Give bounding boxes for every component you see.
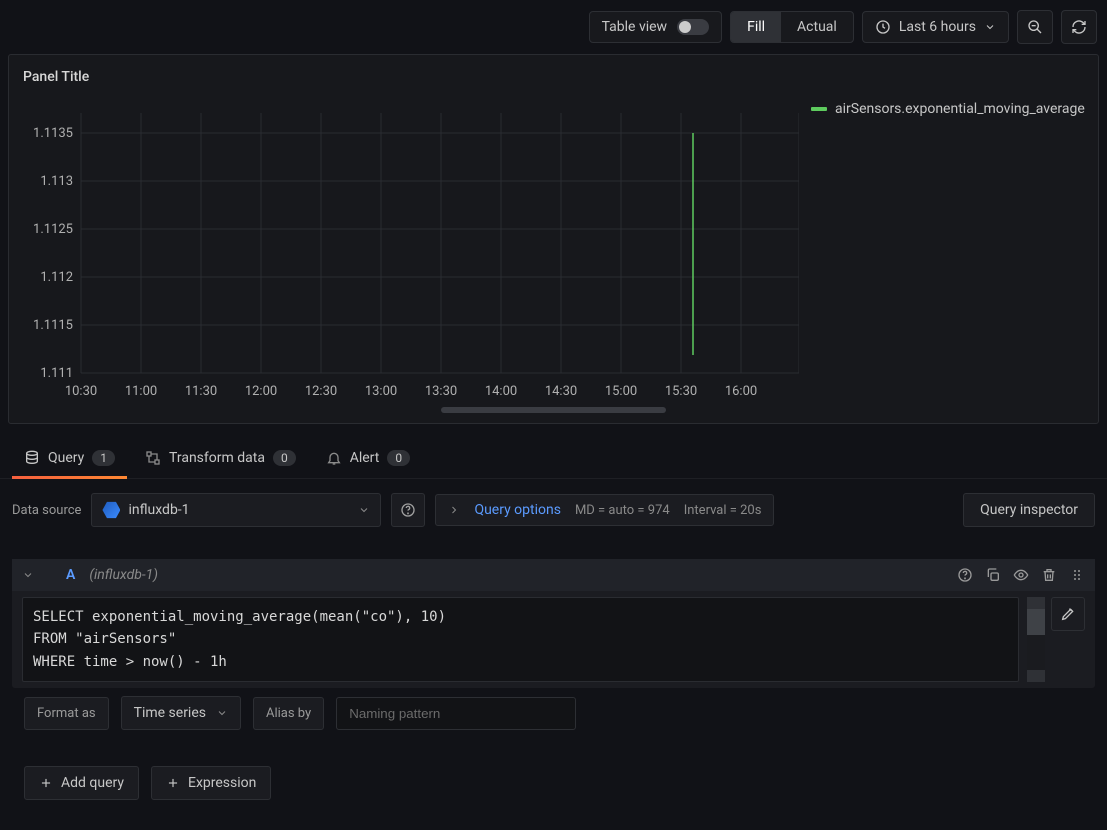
query-editor: A (influxdb-1) SELECT exponential_moving… xyxy=(12,559,1095,688)
time-range-label: Last 6 hours xyxy=(899,19,976,35)
x-tick: 12:30 xyxy=(305,384,337,399)
y-tick: 1.112 xyxy=(40,270,73,285)
legend-label: airSensors.exponential_moving_average xyxy=(835,101,1085,117)
panel: Panel Title xyxy=(8,54,1099,424)
panel-title: Panel Title xyxy=(19,65,1088,93)
tab-query[interactable]: Query 1 xyxy=(18,444,121,478)
x-tick: 10:30 xyxy=(65,384,97,399)
table-view-toggle-group[interactable]: Table view xyxy=(589,11,723,43)
chevron-down-icon xyxy=(984,21,996,33)
chevron-down-icon xyxy=(358,504,370,516)
x-tick: 14:00 xyxy=(485,384,517,399)
y-tick: 1.111 xyxy=(40,366,73,381)
table-view-switch[interactable] xyxy=(677,19,709,35)
drag-icon xyxy=(1069,567,1085,583)
x-tick: 16:00 xyxy=(725,384,757,399)
tab-query-count: 1 xyxy=(92,450,115,466)
plus-icon xyxy=(166,776,180,790)
query-delete-button[interactable] xyxy=(1041,567,1057,583)
influxdb-icon xyxy=(102,501,120,519)
refresh-icon xyxy=(1071,19,1087,35)
trash-icon xyxy=(1041,567,1057,583)
help-icon xyxy=(400,502,416,518)
y-tick: 1.1125 xyxy=(33,222,73,237)
x-tick: 13:30 xyxy=(425,384,457,399)
query-options-link[interactable]: Query options xyxy=(474,502,561,518)
x-tick: 12:00 xyxy=(245,384,277,399)
add-expression-label: Expression xyxy=(188,775,256,791)
copy-icon xyxy=(985,567,1001,583)
tab-transform[interactable]: Transform data 0 xyxy=(139,444,302,478)
query-name: A xyxy=(66,567,75,583)
add-query-label: Add query xyxy=(61,775,124,791)
chart-scrollbar[interactable] xyxy=(441,407,666,413)
zoom-out-icon xyxy=(1027,19,1043,35)
format-as-select[interactable]: Time series xyxy=(121,696,241,730)
x-tick: 15:30 xyxy=(665,384,697,399)
refresh-button[interactable] xyxy=(1061,10,1097,44)
legend-item[interactable]: airSensors.exponential_moving_average xyxy=(811,101,1088,117)
transform-icon xyxy=(145,450,161,466)
query-help-button[interactable] xyxy=(957,567,973,583)
legend: airSensors.exponential_moving_average xyxy=(799,93,1088,403)
y-tick: 1.1135 xyxy=(33,126,73,141)
database-icon xyxy=(24,450,40,466)
tab-alert-label: Alert xyxy=(350,450,380,466)
time-range-picker[interactable]: Last 6 hours xyxy=(862,11,1009,43)
eye-icon xyxy=(1013,567,1029,583)
format-as-value: Time series xyxy=(134,705,206,721)
format-as-label: Format as xyxy=(24,697,109,730)
alias-by-label: Alias by xyxy=(253,697,324,730)
y-tick: 1.113 xyxy=(40,174,73,189)
tab-transform-label: Transform data xyxy=(169,450,265,466)
alias-by-input[interactable] xyxy=(336,697,576,730)
help-icon xyxy=(957,567,973,583)
tab-alert[interactable]: Alert 0 xyxy=(320,444,416,478)
chart[interactable]: 1.1135 1.113 1.1125 1.112 1.1115 1.111 1… xyxy=(19,93,799,403)
actual-button[interactable]: Actual xyxy=(781,12,853,42)
tab-alert-count: 0 xyxy=(387,450,410,466)
query-options-bar: Query options MD = auto = 974 Interval =… xyxy=(435,494,774,526)
fill-button[interactable]: Fill xyxy=(731,12,781,42)
query-ds: (influxdb-1) xyxy=(89,567,158,583)
chevron-down-icon[interactable] xyxy=(22,569,34,581)
toggle-editor-mode-button[interactable] xyxy=(1051,597,1085,631)
query-inspector-button[interactable]: Query inspector xyxy=(963,493,1095,527)
bell-icon xyxy=(326,450,342,466)
datasource-help-button[interactable] xyxy=(391,493,425,527)
tab-transform-count: 0 xyxy=(273,450,296,466)
zoom-out-button[interactable] xyxy=(1017,10,1053,44)
y-tick: 1.1115 xyxy=(33,318,73,333)
x-tick: 13:00 xyxy=(365,384,397,399)
x-tick: 14:30 xyxy=(545,384,577,399)
x-tick: 15:00 xyxy=(605,384,637,399)
x-tick: 11:30 xyxy=(185,384,217,399)
sql-scrollbar[interactable] xyxy=(1027,597,1045,682)
add-expression-button[interactable]: Expression xyxy=(151,766,271,800)
fill-actual-segment: Fill Actual xyxy=(730,11,854,43)
clock-icon xyxy=(875,19,891,35)
query-drag-handle[interactable] xyxy=(1069,567,1085,583)
pencil-icon xyxy=(1060,606,1076,622)
sql-textarea[interactable]: SELECT exponential_moving_average(mean("… xyxy=(22,597,1019,682)
x-tick: 11:00 xyxy=(125,384,157,399)
legend-swatch xyxy=(811,107,827,111)
query-header: A (influxdb-1) xyxy=(12,559,1095,591)
datasource-name: influxdb-1 xyxy=(128,502,189,518)
query-options-interval: Interval = 20s xyxy=(684,503,762,518)
query-tabs: Query 1 Transform data 0 Alert 0 xyxy=(0,432,1107,479)
table-view-label: Table view xyxy=(602,19,668,35)
datasource-select[interactable]: influxdb-1 xyxy=(91,493,381,527)
chevron-down-icon xyxy=(216,707,228,719)
add-query-button[interactable]: Add query xyxy=(24,766,139,800)
chevron-right-icon[interactable] xyxy=(448,504,460,516)
plus-icon xyxy=(39,776,53,790)
tab-query-label: Query xyxy=(48,450,84,466)
query-options-md: MD = auto = 974 xyxy=(575,503,670,518)
query-copy-button[interactable] xyxy=(985,567,1001,583)
datasource-label: Data source xyxy=(12,503,81,518)
query-visibility-button[interactable] xyxy=(1013,567,1029,583)
